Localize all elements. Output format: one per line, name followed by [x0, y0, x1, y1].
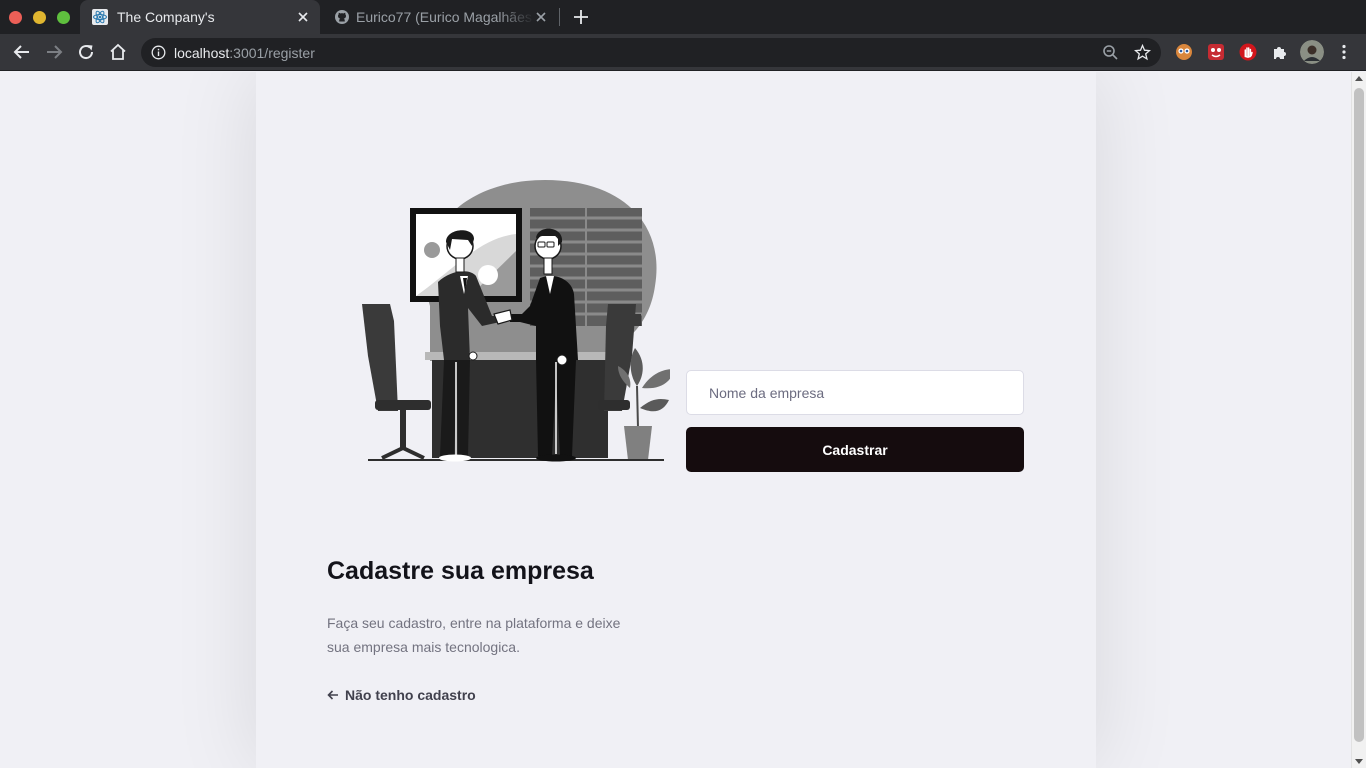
red-extension-icon[interactable]	[1207, 43, 1225, 61]
browser-tab-bar: The Company's Eurico77 (Eurico Magalhães	[0, 0, 1366, 34]
tab-title: Eurico77 (Eurico Magalhães	[356, 9, 532, 25]
close-tab-icon[interactable]	[534, 10, 548, 24]
address-bar[interactable]: localhost:3001/register	[141, 38, 1161, 67]
browser-toolbar: localhost:3001/register	[0, 34, 1366, 71]
home-icon[interactable]	[108, 42, 128, 62]
new-tab-icon[interactable]	[572, 8, 590, 26]
puzzle-extensions-icon[interactable]	[1271, 43, 1289, 61]
scrollbar-thumb[interactable]	[1354, 88, 1364, 742]
browser-menu-icon[interactable]	[1334, 42, 1354, 62]
tab-separator	[559, 8, 560, 26]
sharingan-extension-icon[interactable]	[1175, 43, 1193, 61]
url-text[interactable]: localhost:3001/register	[174, 45, 315, 61]
arrow-left-icon	[327, 690, 338, 700]
github-icon	[335, 10, 349, 24]
reload-icon[interactable]	[76, 42, 96, 62]
react-atom-icon	[92, 9, 108, 25]
tab-title: The Company's	[117, 9, 215, 25]
window-close-button[interactable]	[9, 11, 22, 24]
forward-arrow-icon[interactable]	[44, 42, 64, 62]
business-handshake-illustration	[362, 180, 670, 462]
back-arrow-icon[interactable]	[12, 42, 32, 62]
bookmark-star-icon[interactable]	[1134, 44, 1151, 61]
page-scrollbar[interactable]	[1351, 72, 1366, 768]
scroll-up-arrow-icon[interactable]	[1355, 76, 1363, 81]
register-container: Cadastrar Cadastre sua empresa Faça seu …	[256, 72, 1096, 768]
window-maximize-button[interactable]	[57, 11, 70, 24]
window-minimize-button[interactable]	[33, 11, 46, 24]
page-title: Cadastre sua empresa	[327, 557, 594, 585]
url-path: :3001/register	[229, 45, 315, 61]
no-account-label: Não tenho cadastro	[345, 687, 476, 703]
register-button[interactable]: Cadastrar	[686, 427, 1024, 472]
close-tab-icon[interactable]	[296, 10, 310, 24]
zoom-icon[interactable]	[1102, 44, 1119, 61]
profile-avatar[interactable]	[1300, 40, 1324, 64]
url-host: localhost	[174, 45, 230, 61]
scroll-down-arrow-icon[interactable]	[1355, 759, 1363, 764]
site-info-icon[interactable]	[151, 45, 166, 60]
tab-active[interactable]: The Company's	[80, 0, 320, 34]
company-name-input[interactable]	[686, 370, 1024, 415]
page-description: Faça seu cadastro, entre na plataforma e…	[327, 615, 621, 655]
page-viewport: Cadastrar Cadastre sua empresa Faça seu …	[0, 72, 1366, 768]
stop-hand-extension-icon[interactable]	[1239, 43, 1257, 61]
no-account-link[interactable]: Não tenho cadastro	[327, 687, 476, 703]
tab-inactive[interactable]: Eurico77 (Eurico Magalhães	[322, 0, 558, 34]
